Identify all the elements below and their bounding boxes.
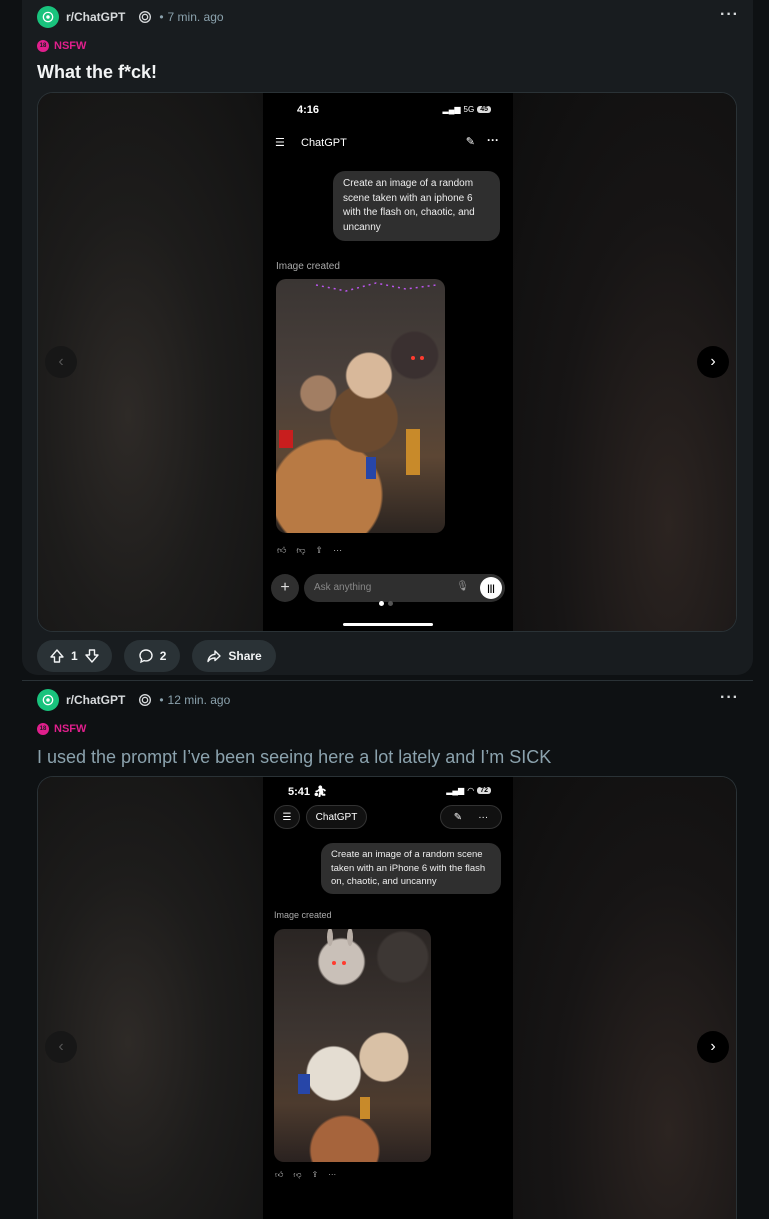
post-meta: r/ChatGPT • 12 min. ago bbox=[37, 688, 230, 712]
battery-icon: 45 bbox=[477, 106, 491, 113]
meta-separator: • bbox=[159, 10, 164, 24]
comments-button[interactable]: 2 bbox=[123, 640, 181, 672]
share-icon: ⇪ bbox=[315, 545, 324, 555]
image-created-label: Image created bbox=[274, 910, 332, 920]
voice-mode-icon: ||| bbox=[480, 577, 502, 599]
meta-separator: • bbox=[159, 693, 164, 707]
prompt-bubble: Create an image of a random scene taken … bbox=[333, 171, 500, 241]
person-icon: ⛹︎ bbox=[313, 786, 328, 798]
more-icon: ··· bbox=[333, 545, 343, 555]
chat-title: ChatGPT bbox=[306, 805, 367, 829]
gallery-dots bbox=[379, 601, 393, 606]
subreddit-avatar[interactable] bbox=[37, 6, 59, 28]
upvote-arrow-icon[interactable] bbox=[49, 648, 65, 664]
chat-actions: ✎ ··· bbox=[440, 805, 502, 829]
more-options-icon[interactable]: ··· bbox=[720, 6, 739, 24]
action-bar: 1 2 Share bbox=[37, 640, 276, 672]
subreddit-avatar[interactable] bbox=[37, 689, 59, 711]
chevron-left-icon[interactable]: ‹ bbox=[45, 1031, 77, 1063]
phone-screenshot: 5:41 ⛹︎ ▂▄▆ ◠ 72 ☰ ChatGPT ✎ ··· Create … bbox=[263, 777, 513, 1219]
post-card[interactable]: r/ChatGPT • 12 min. ago ··· 18 NSFW I us… bbox=[22, 683, 753, 1219]
edit-icon: ✎ bbox=[453, 811, 463, 823]
mic-icon: 🎙︎ bbox=[456, 581, 469, 592]
phone-clock: 5:41 ⛹︎ bbox=[288, 786, 328, 798]
signal-icon: ▂▄▆ bbox=[442, 105, 461, 114]
post-time: 7 min. ago bbox=[167, 10, 224, 24]
wifi-icon: ◠ bbox=[467, 786, 475, 795]
nsfw-tag: 18 NSFW bbox=[37, 40, 86, 52]
chevron-right-icon[interactable]: › bbox=[697, 1031, 729, 1063]
thumbs-down-icon: 👎︎ bbox=[296, 545, 306, 555]
edit-icon: ✎ bbox=[465, 136, 475, 148]
comment-count: 2 bbox=[159, 649, 167, 663]
network-label: 5G bbox=[463, 105, 475, 114]
post-media-gallery[interactable]: 4:16 ▂▄▆ 5G 45 ☰ ChatGPT ✎ ··· Create an… bbox=[37, 92, 737, 632]
vote-count: 1 bbox=[71, 649, 78, 663]
post-media-gallery[interactable]: 5:41 ⛹︎ ▂▄▆ ◠ 72 ☰ ChatGPT ✎ ··· Create … bbox=[37, 776, 737, 1219]
media-blur-right bbox=[511, 777, 736, 1219]
share-arrow-icon bbox=[207, 650, 222, 663]
post-time: 12 min. ago bbox=[167, 693, 231, 707]
phone-status: ▂▄▆ ◠ 72 bbox=[446, 786, 491, 795]
chevron-right-icon[interactable]: › bbox=[697, 346, 729, 378]
thumbs-up-icon: 👍︎ bbox=[277, 545, 287, 555]
post-title[interactable]: What the f*ck! bbox=[37, 62, 157, 83]
ask-input: Ask anything bbox=[304, 574, 505, 602]
share-button[interactable]: Share bbox=[192, 640, 276, 672]
chat-title: ChatGPT bbox=[301, 137, 347, 149]
prompt-bubble: Create an image of a random scene taken … bbox=[321, 843, 501, 894]
comment-bubble-icon bbox=[138, 649, 153, 664]
more-options-icon[interactable]: ··· bbox=[720, 689, 739, 707]
nsfw-icon: 18 bbox=[37, 40, 49, 52]
vote-pill: 1 bbox=[37, 640, 112, 672]
post-card[interactable]: r/ChatGPT • 7 min. ago ··· 18 NSFW What … bbox=[22, 0, 753, 675]
chat-header: ☰ ChatGPT ✎ ··· bbox=[263, 133, 513, 155]
chat-more-icon: ··· bbox=[487, 133, 499, 147]
phone-clock: 4:16 bbox=[297, 104, 320, 116]
post-meta: r/ChatGPT • 7 min. ago bbox=[37, 5, 224, 29]
thumbs-down-icon: 👎︎ bbox=[293, 1170, 302, 1179]
share-icon: ⇪ bbox=[311, 1170, 319, 1179]
openai-flair-icon bbox=[135, 690, 155, 710]
chat-input-row: + Ask anything 🎙︎ ||| bbox=[271, 574, 505, 602]
share-label: Share bbox=[228, 649, 262, 663]
signal-icon: ▂▄▆ bbox=[446, 786, 465, 795]
menu-icon: ☰ bbox=[274, 805, 300, 829]
feed: r/ChatGPT • 7 min. ago ··· 18 NSFW What … bbox=[0, 0, 769, 1219]
plus-icon: + bbox=[271, 574, 299, 602]
nsfw-icon: 18 bbox=[37, 723, 49, 735]
post-divider bbox=[22, 680, 753, 681]
media-blur-left bbox=[38, 777, 263, 1219]
more-icon: ··· bbox=[328, 1170, 337, 1179]
phone-status: ▂▄▆ 5G 45 bbox=[443, 105, 491, 114]
message-actions: 👍︎ 👎︎ ⇪ ··· bbox=[275, 1170, 336, 1180]
openai-logo-icon bbox=[42, 11, 54, 23]
openai-logo-icon bbox=[42, 694, 54, 706]
subreddit-name[interactable]: r/ChatGPT bbox=[66, 10, 125, 24]
battery-icon: 72 bbox=[477, 787, 491, 794]
generated-image bbox=[276, 279, 445, 533]
message-actions: 👍︎ 👎︎ ⇪ ··· bbox=[277, 545, 342, 556]
menu-icon: ☰ bbox=[275, 137, 285, 149]
generated-image bbox=[274, 929, 431, 1162]
downvote-arrow-icon[interactable] bbox=[84, 648, 100, 664]
subreddit-name[interactable]: r/ChatGPT bbox=[66, 693, 125, 707]
chat-more-icon: ··· bbox=[478, 811, 489, 823]
home-indicator bbox=[343, 623, 433, 626]
openai-flair-icon bbox=[135, 7, 155, 27]
thumbs-up-icon: 👍︎ bbox=[275, 1170, 284, 1179]
nsfw-label: NSFW bbox=[54, 723, 87, 735]
phone-screenshot: 4:16 ▂▄▆ 5G 45 ☰ ChatGPT ✎ ··· Create an… bbox=[263, 93, 513, 631]
image-created-label: Image created bbox=[276, 261, 340, 272]
post-title[interactable]: I used the prompt I’ve been seeing here … bbox=[37, 747, 551, 768]
chevron-left-icon[interactable]: ‹ bbox=[45, 346, 77, 378]
nsfw-label: NSFW bbox=[54, 40, 87, 52]
nsfw-tag: 18 NSFW bbox=[37, 723, 86, 735]
